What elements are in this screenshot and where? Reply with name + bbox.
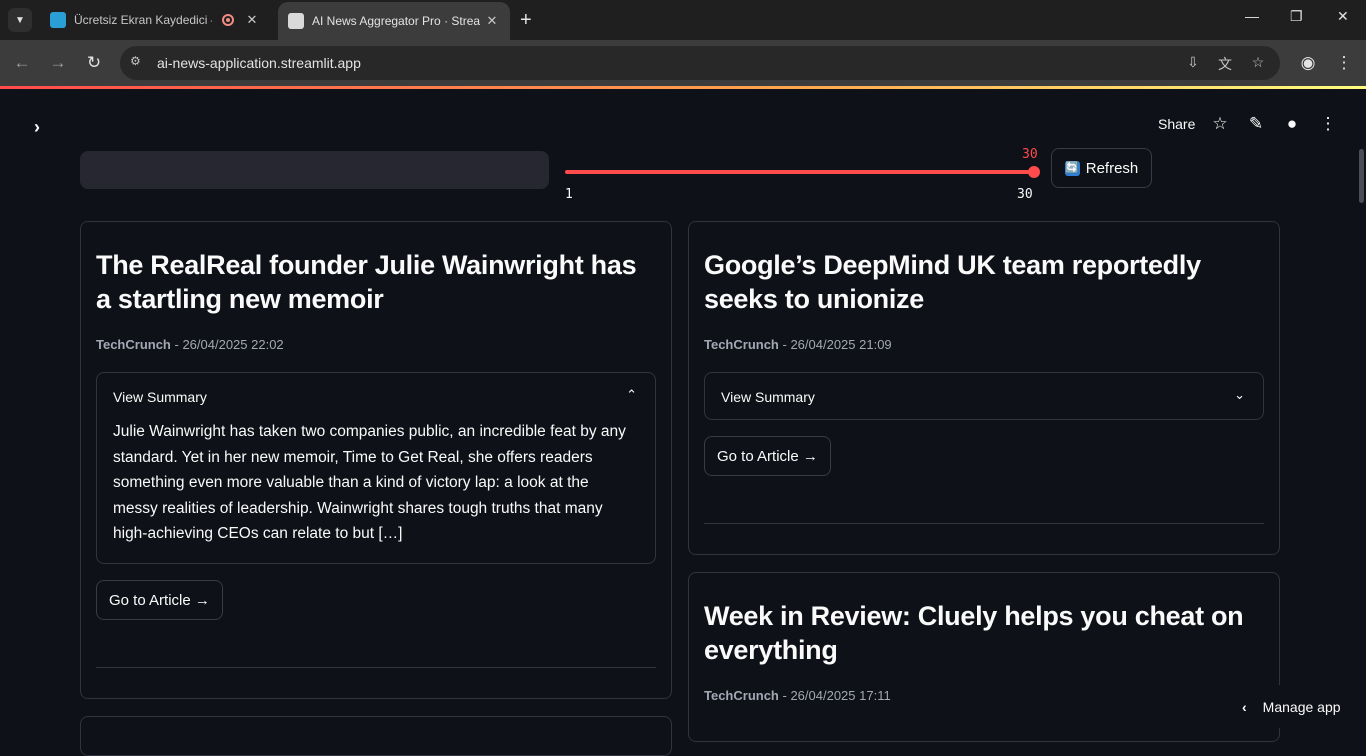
site-info-icon[interactable]: ⚙ [130, 54, 146, 70]
go-to-article-button[interactable]: Go to Article → [704, 436, 831, 476]
article-card: The RealReal founder Julie Wainwright ha… [80, 221, 672, 699]
streamlit-app: › Share ☆ ✎ ● ⋮ 30 1 30 🔄 Refresh The Re… [0, 89, 1366, 756]
bookmark-star-icon[interactable]: ☆ [1249, 54, 1267, 72]
article-count-slider[interactable] [565, 170, 1035, 174]
browser-toolbar: ← → ↻ ⚙ ai-news-application.streamlit.ap… [0, 40, 1366, 86]
forward-icon[interactable]: → [47, 52, 69, 74]
go-to-article-button[interactable]: Go to Article → [96, 580, 223, 620]
tab-title: Ücretsiz Ekran Kaydedici – V [74, 13, 212, 27]
refresh-icon: 🔄 [1064, 160, 1080, 176]
address-bar[interactable]: ⚙ ai-news-application.streamlit.app ⇩ 文 … [120, 46, 1280, 80]
article-summary: Julie Wainwright has taken two companies… [113, 423, 626, 542]
close-window-icon[interactable]: ✕ [1337, 8, 1349, 25]
article-card: Google’s DeepMind UK team reportedly see… [688, 221, 1280, 555]
slider-min-label: 1 [565, 187, 573, 202]
tab-close-icon[interactable]: ✕ [244, 12, 260, 28]
expander-label[interactable]: View Summary [113, 389, 207, 405]
app-menu-icon[interactable]: ⋮ [1318, 114, 1338, 134]
article-source: TechCrunch [704, 337, 779, 352]
share-button[interactable]: Share [1158, 116, 1195, 132]
sidebar-expand-icon[interactable]: › [34, 117, 40, 138]
chevron-left-icon: ‹ [1242, 698, 1247, 715]
star-icon[interactable]: ☆ [1210, 114, 1230, 134]
summary-expander[interactable]: View Summary ⌃ Julie Wainwright has take… [96, 372, 656, 564]
browser-tab-bar: ▼ Ücretsiz Ekran Kaydedici – V ✕ AI News… [0, 0, 1366, 40]
tab-search-button[interactable]: ▼ [8, 8, 32, 32]
article-card [80, 716, 672, 756]
browser-tab-news[interactable]: AI News Aggregator Pro · Strea ✕ [278, 2, 510, 40]
new-tab-icon[interactable]: + [520, 8, 532, 32]
expander-label[interactable]: View Summary [721, 389, 815, 405]
article-date: - 26/04/2025 17:11 [782, 688, 891, 703]
tab-close-icon[interactable]: ✕ [484, 13, 500, 29]
reload-icon[interactable]: ↻ [83, 52, 105, 74]
browser-menu-icon[interactable]: ⋮ [1333, 52, 1355, 74]
url-text[interactable]: ai-news-application.streamlit.app [157, 55, 361, 71]
summary-expander[interactable]: View Summary ⌄ [704, 372, 1264, 420]
mask-favicon-icon [288, 13, 304, 29]
article-title: Week in Review: Cluely helps you cheat o… [704, 601, 1244, 665]
article-title: The RealReal founder Julie Wainwright ha… [96, 250, 637, 314]
restore-icon[interactable]: ❐ [1290, 8, 1303, 25]
article-meta: TechCrunch - 26/04/2025 21:09 [704, 337, 892, 352]
slider-current-value: 30 [1022, 147, 1038, 162]
search-input[interactable] [80, 151, 549, 189]
recording-icon [222, 14, 234, 26]
refresh-label: Refresh [1085, 159, 1139, 177]
chevron-up-icon[interactable]: ⌃ [626, 387, 637, 403]
article-date: - 26/04/2025 21:09 [782, 337, 892, 352]
slider-thumb[interactable] [1028, 166, 1040, 178]
article-meta: TechCrunch - 26/04/2025 17:11 [704, 688, 891, 703]
article-meta: TechCrunch - 26/04/2025 22:02 [96, 337, 284, 352]
article-date: - 26/04/2025 22:02 [174, 337, 284, 352]
edit-pencil-icon[interactable]: ✎ [1246, 114, 1266, 134]
manage-app-button[interactable]: ‹ Manage app [1230, 685, 1366, 728]
article-source: TechCrunch [704, 688, 779, 703]
card-divider [704, 523, 1264, 524]
card-divider [96, 667, 656, 668]
tab-title: AI News Aggregator Pro · Strea [312, 14, 481, 28]
article-card: Week in Review: Cluely helps you cheat o… [688, 572, 1280, 742]
page-scrollbar[interactable] [1359, 149, 1364, 203]
browser-tab-recorder[interactable]: Ücretsiz Ekran Kaydedici – V ✕ [40, 0, 270, 40]
translate-icon[interactable]: 文 [1216, 54, 1234, 72]
slider-max-label: 30 [1017, 187, 1033, 202]
article-title: Google’s DeepMind UK team reportedly see… [704, 250, 1201, 314]
github-icon[interactable]: ● [1282, 114, 1302, 134]
minimize-icon[interactable]: — [1245, 8, 1259, 24]
back-icon[interactable]: ← [11, 52, 33, 74]
recorder-favicon-icon [50, 12, 66, 28]
install-app-icon[interactable]: ⇩ [1184, 54, 1202, 72]
chevron-down-icon[interactable]: ⌄ [1234, 387, 1245, 403]
profile-icon[interactable]: ◉ [1297, 52, 1319, 74]
manage-app-label: Manage app [1262, 698, 1341, 715]
article-source: TechCrunch [96, 337, 171, 352]
refresh-button[interactable]: 🔄 Refresh [1051, 148, 1152, 188]
